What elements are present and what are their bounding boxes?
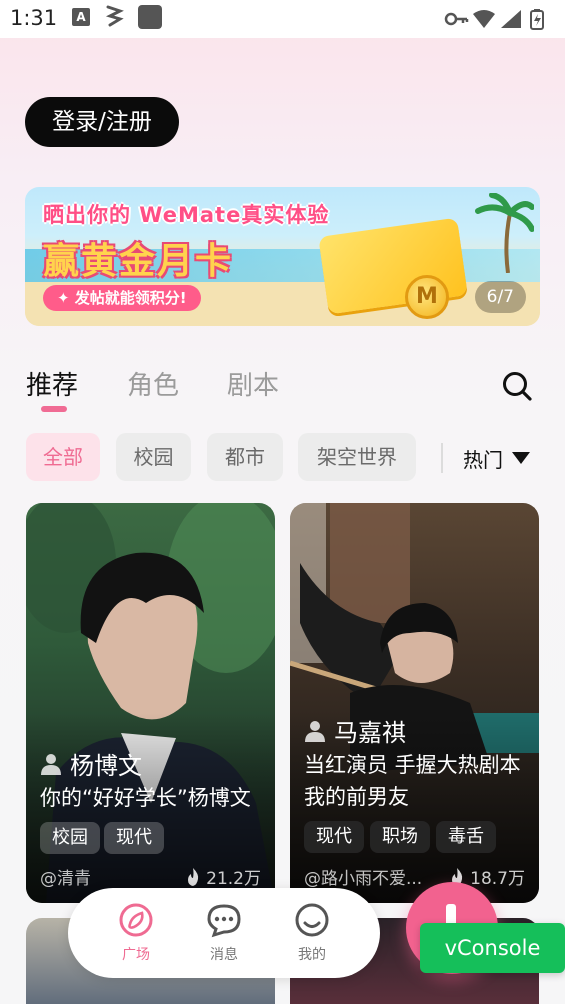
- nav-label: 消息: [210, 947, 238, 963]
- status-time: 1:31: [10, 6, 58, 30]
- palm-tree-icon: [475, 193, 534, 273]
- nav-label: 我的: [298, 947, 326, 963]
- tab-recommend[interactable]: 推荐: [26, 365, 78, 402]
- banner-page-counter: 6/7: [474, 281, 526, 313]
- tab-scripts[interactable]: 剧本: [227, 365, 279, 402]
- person-icon: [41, 753, 61, 775]
- filter-divider: [441, 443, 443, 473]
- card-name-row: 杨博文: [40, 746, 142, 781]
- character-name: 杨博文: [70, 752, 142, 780]
- smiley-icon: [295, 903, 329, 937]
- coin-icon: M: [405, 275, 449, 319]
- person-icon: [305, 720, 325, 742]
- vconsole-button[interactable]: vConsole: [420, 923, 565, 973]
- flash-icon: [105, 5, 124, 27]
- battery-icon: [530, 9, 544, 30]
- nav-profile[interactable]: 我的: [277, 902, 347, 964]
- nav-messages[interactable]: 消息: [189, 902, 259, 964]
- nav-square[interactable]: 广场: [101, 902, 171, 964]
- filter-all[interactable]: 全部: [26, 433, 100, 481]
- filter-city[interactable]: 都市: [207, 433, 283, 481]
- heat-value: 18.7万: [470, 869, 525, 889]
- sort-dropdown[interactable]: 热门: [463, 444, 503, 473]
- key-icon: [444, 12, 469, 26]
- character-description: 你的“好好学长”杨博文: [40, 786, 251, 810]
- chevron-down-icon[interactable]: [512, 452, 530, 464]
- character-card[interactable]: 马嘉祺 当红演员 手握大热剧本 我的前男友 现代 职场 毒舌 @路小雨不爱...…: [290, 503, 539, 903]
- compass-icon: [119, 903, 153, 937]
- chat-bubble-icon: [207, 904, 241, 938]
- filter-fantasy-world[interactable]: 架空世界: [298, 433, 416, 481]
- card-tag: 现代: [104, 822, 164, 854]
- nav-label: 广场: [122, 947, 150, 963]
- card-tag: 校园: [40, 822, 100, 854]
- card-tag: 职场: [370, 821, 430, 853]
- character-name: 马嘉祺: [334, 719, 406, 747]
- wifi-icon: [473, 10, 495, 28]
- active-tab-indicator: [41, 406, 67, 412]
- card-tag: 毒舌: [436, 821, 496, 853]
- tab-characters[interactable]: 角色: [127, 365, 179, 402]
- card-author: @清青: [40, 869, 91, 889]
- notification-a-icon: A: [72, 8, 90, 26]
- signal-icon: [501, 10, 521, 28]
- flame-icon: [188, 867, 199, 886]
- bottom-navigation: 广场 消息 我的: [68, 888, 380, 978]
- card-author: @路小雨不爱...: [304, 869, 423, 889]
- search-icon[interactable]: [501, 370, 533, 402]
- character-card[interactable]: 杨博文 你的“好好学长”杨博文 校园 现代 @清青 21.2万: [26, 503, 275, 903]
- banner-title: 赢黄金月卡: [43, 241, 234, 282]
- character-description: 当红演员 手握大热剧本 我的前男友: [304, 753, 521, 809]
- banner-headline: 晒出你的 WeMate真实体验: [43, 203, 330, 227]
- card-tag: 现代: [304, 821, 364, 853]
- card-heat: 21.2万: [186, 864, 261, 889]
- filter-campus[interactable]: 校园: [116, 433, 191, 481]
- system-status-icons: [444, 9, 544, 30]
- banner-pill: ✦ 发帖就能领积分!: [43, 285, 201, 311]
- app-notification-icon: [138, 5, 162, 29]
- status-bar: 1:31 A: [0, 0, 565, 38]
- card-name-row: 马嘉祺: [304, 713, 406, 748]
- heat-value: 21.2万: [206, 869, 261, 889]
- login-register-button[interactable]: 登录/注册: [25, 97, 179, 147]
- promo-banner[interactable]: M 晒出你的 WeMate真实体验 赢黄金月卡 ✦ 发帖就能领积分! 6/7: [25, 187, 540, 326]
